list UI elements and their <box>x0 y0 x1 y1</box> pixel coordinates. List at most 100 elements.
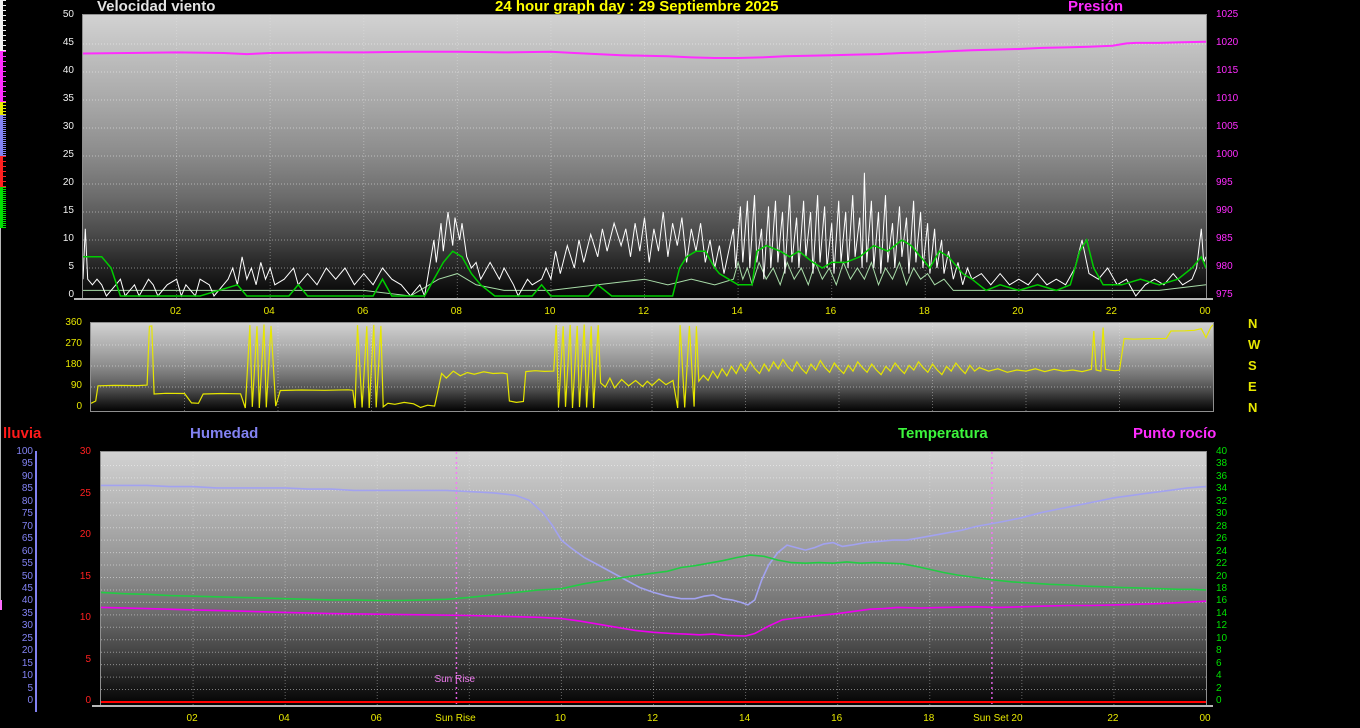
wind-speed-axis-label: 30 <box>62 121 74 132</box>
pressure-axis-label: 975 <box>1216 289 1233 300</box>
humidity-axis-label: 90 <box>21 470 33 482</box>
hour-label: Sun Set 20 <box>973 713 1023 724</box>
temperature-axis-label: 20 <box>1216 570 1228 582</box>
rain-axis-label: 15 <box>79 570 91 582</box>
temperature-axis-label: 38 <box>1216 458 1228 470</box>
pressure-axis-label: 990 <box>1216 205 1233 216</box>
wind-direction-axis-label: 270 <box>65 338 82 349</box>
wind-speed-axis-label: 15 <box>62 205 74 216</box>
compass-s-label: S <box>1248 358 1257 373</box>
humidity-axis-label: 20 <box>21 645 33 657</box>
hour-label: 06 <box>370 713 382 724</box>
pressure-title: Presión <box>1068 0 1124 15</box>
humidity-axis-line <box>35 451 37 712</box>
temperature-axis-label: 28 <box>1216 520 1228 532</box>
pressure-axis-label: 1020 <box>1216 37 1239 48</box>
wind-speed-axis-label: 20 <box>62 177 74 188</box>
humidity-axis-label: 75 <box>21 508 33 520</box>
dew-point-line <box>101 600 1206 637</box>
wind-direction-axis-label: 0 <box>76 401 82 412</box>
hour-label: 22 <box>1105 306 1117 317</box>
temperature-axis-label: 30 <box>1216 508 1228 520</box>
humidity-axis-label: 50 <box>21 570 33 582</box>
wind-speed-axis-label: 45 <box>62 37 74 48</box>
wind-direction-axis-label: 360 <box>65 317 82 328</box>
wind-speed-axis-label: 25 <box>62 149 74 160</box>
hour-label: 14 <box>731 306 743 317</box>
temperature-axis-label: 4 <box>1216 670 1222 682</box>
wind-speed-axis-label: 5 <box>68 261 74 272</box>
pressure-axis-label: 1015 <box>1216 65 1239 76</box>
rain-axis-label: 25 <box>79 487 91 499</box>
wind-speed-axis-label: 50 <box>62 9 74 20</box>
humidity-axis-label: 40 <box>21 595 33 607</box>
pressure-axis-label: 1005 <box>1216 121 1239 132</box>
hour-label: 22 <box>1107 713 1119 724</box>
temperature-axis-label: 10 <box>1216 632 1228 644</box>
pressure-axis-label: 1010 <box>1216 93 1239 104</box>
humidity-axis-label: 15 <box>21 657 33 669</box>
weather-24h-graph-screen: Velocidad viento 24 hour graph day : 29 … <box>0 0 1360 728</box>
hour-label: 18 <box>918 306 930 317</box>
humidity-axis-label: 100 <box>16 446 33 457</box>
temperature-axis-label: 26 <box>1216 533 1228 545</box>
hour-label: Sun Rise <box>435 713 476 724</box>
hour-label: 12 <box>646 713 659 724</box>
humidity-axis-label: 25 <box>21 632 33 644</box>
hour-label: 02 <box>170 306 182 317</box>
x-axis-bar <box>74 298 1213 300</box>
rain-axis-label: 30 <box>79 446 91 457</box>
temperature-axis-label: 36 <box>1216 470 1228 482</box>
humidity-axis-label: 35 <box>21 607 33 619</box>
hour-label: 16 <box>831 713 843 724</box>
compass-w-label: W <box>1248 337 1261 352</box>
rain-axis-label: 0 <box>85 695 91 706</box>
hour-label: 08 <box>450 306 462 317</box>
humidity-series-label: Humedad <box>190 425 259 442</box>
rain-axis-label: 20 <box>79 529 91 540</box>
hour-label: 12 <box>637 306 650 317</box>
temperature-axis-label: 16 <box>1216 595 1228 607</box>
wind-speed-axis-label: 40 <box>62 65 74 76</box>
wind-speed-title: Velocidad viento <box>97 0 216 15</box>
x-axis-bar <box>92 705 1213 707</box>
wind-direction-axis-label: 90 <box>70 380 82 391</box>
graph-title: 24 hour graph day : 29 Septiembre 2025 <box>495 0 779 15</box>
hour-label: 04 <box>278 713 290 724</box>
hour-label: 04 <box>263 306 275 317</box>
humidity-axis-label: 30 <box>21 620 33 632</box>
hour-label: 10 <box>544 306 556 317</box>
humidity-temperature-dewpoint-rain-chart: Sun Rise <box>100 451 1207 706</box>
humidity-axis-label: 55 <box>21 558 33 570</box>
sun_rise-label: Sun Rise <box>434 674 475 685</box>
wind-direction-axis-label: 180 <box>65 359 82 370</box>
direction-plot <box>91 323 1213 411</box>
humidity-axis-label: 10 <box>21 670 33 682</box>
dew-point-series-label: Punto rocío <box>1133 425 1217 442</box>
temperature-axis-label: 6 <box>1216 657 1222 669</box>
hour-label: 16 <box>825 306 837 317</box>
temperature-axis-label: 24 <box>1216 545 1228 557</box>
rain-series-label: lluvia <box>3 425 42 442</box>
humidity-axis-label: 45 <box>21 582 33 594</box>
wind-speed-pressure-chart <box>82 14 1207 300</box>
temperature-axis-label: 14 <box>1216 607 1228 619</box>
wind-speed-axis-label: 10 <box>62 233 74 244</box>
humidity-axis-label: 85 <box>21 483 33 495</box>
pressure-axis-label: 985 <box>1216 233 1233 244</box>
pressure-axis-label: 1025 <box>1216 9 1239 20</box>
humidity-axis-label: 70 <box>21 520 33 532</box>
hour-label: 06 <box>357 306 369 317</box>
humidity-axis-label: 65 <box>21 533 33 545</box>
hour-label: 10 <box>554 713 566 724</box>
hour-label: 02 <box>186 713 198 724</box>
compass-e-label: E <box>1248 379 1257 394</box>
hour-label: 14 <box>739 713 751 724</box>
humidity-axis-label: 95 <box>21 458 33 470</box>
pressure-axis-label: 980 <box>1216 261 1233 272</box>
rain-axis-label: 5 <box>85 653 91 665</box>
rain-axis-label: 10 <box>79 612 91 623</box>
temperature-axis-label: 18 <box>1216 582 1228 594</box>
humidity-axis-label: 5 <box>27 682 33 694</box>
humidity-axis-label: 60 <box>21 545 33 557</box>
